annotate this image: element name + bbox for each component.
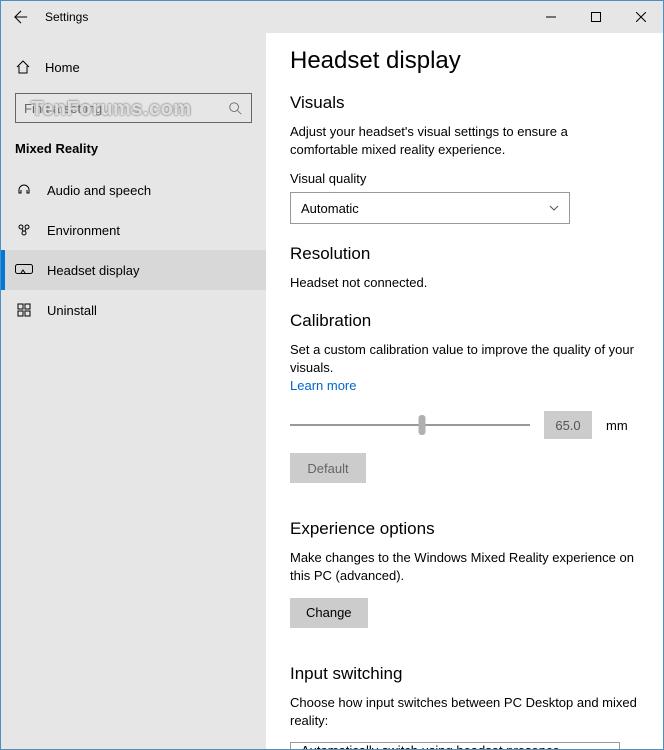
- input-desc: Choose how input switches between PC Des…: [290, 694, 639, 730]
- headset-icon: [15, 181, 33, 199]
- sidebar-item-uninstall[interactable]: Uninstall: [1, 290, 266, 330]
- change-button[interactable]: Change: [290, 598, 368, 628]
- input-heading: Input switching: [290, 664, 639, 684]
- search-icon: [227, 100, 243, 116]
- minimize-icon: [546, 12, 556, 22]
- visuals-heading: Visuals: [290, 93, 639, 113]
- home-label: Home: [45, 60, 80, 75]
- chevron-down-icon: [549, 203, 559, 214]
- calibration-heading: Calibration: [290, 311, 639, 331]
- window-controls: [528, 1, 663, 33]
- calibration-slider[interactable]: [290, 424, 530, 426]
- search-box[interactable]: [15, 93, 252, 123]
- home-icon: [15, 59, 31, 75]
- window-title: Settings: [41, 10, 528, 24]
- visuals-desc: Adjust your headset's visual settings to…: [290, 123, 639, 159]
- home-nav[interactable]: Home: [1, 49, 266, 85]
- slider-thumb[interactable]: [419, 415, 426, 435]
- search-input[interactable]: [24, 101, 227, 116]
- category-header: Mixed Reality: [1, 141, 266, 170]
- experience-desc: Make changes to the Windows Mixed Realit…: [290, 549, 639, 585]
- experience-heading: Experience options: [290, 519, 639, 539]
- page-title: Headset display: [290, 47, 639, 75]
- nav-label: Environment: [47, 223, 120, 238]
- maximize-button[interactable]: [573, 1, 618, 33]
- learn-more-link[interactable]: Learn more: [290, 378, 356, 393]
- visual-quality-dropdown[interactable]: Automatic: [290, 192, 570, 224]
- maximize-icon: [591, 12, 601, 22]
- sidebar-item-environment[interactable]: Environment: [1, 210, 266, 250]
- resolution-desc: Headset not connected.: [290, 274, 639, 292]
- nav-label: Audio and speech: [47, 183, 151, 198]
- calibration-slider-row: 65.0 mm: [290, 411, 639, 439]
- dropdown-value: Automatically switch using headset prese…: [301, 743, 599, 749]
- dropdown-value: Automatic: [301, 201, 359, 216]
- sidebar-item-headset-display[interactable]: Headset display: [1, 250, 266, 290]
- default-button[interactable]: Default: [290, 453, 366, 483]
- uninstall-icon: [15, 301, 33, 319]
- nav-label: Uninstall: [47, 303, 97, 318]
- sidebar: TenForums.com Home Mixed Reality Audio a…: [1, 33, 266, 749]
- calibration-unit: mm: [606, 418, 628, 433]
- back-button[interactable]: [1, 1, 41, 33]
- calibration-desc: Set a custom calibration value to improv…: [290, 341, 639, 396]
- close-button[interactable]: [618, 1, 663, 33]
- titlebar: Settings: [1, 1, 663, 33]
- resolution-heading: Resolution: [290, 244, 639, 264]
- visual-quality-label: Visual quality: [290, 171, 639, 186]
- calibration-value: 65.0: [544, 411, 592, 439]
- input-switching-dropdown[interactable]: Automatically switch using headset prese…: [290, 742, 620, 749]
- headset-display-icon: [15, 261, 33, 279]
- back-arrow-icon: [14, 10, 28, 24]
- close-icon: [636, 12, 646, 22]
- sidebar-item-audio[interactable]: Audio and speech: [1, 170, 266, 210]
- nav-label: Headset display: [47, 263, 140, 278]
- environment-icon: [15, 221, 33, 239]
- minimize-button[interactable]: [528, 1, 573, 33]
- content-pane: Headset display Visuals Adjust your head…: [266, 33, 663, 749]
